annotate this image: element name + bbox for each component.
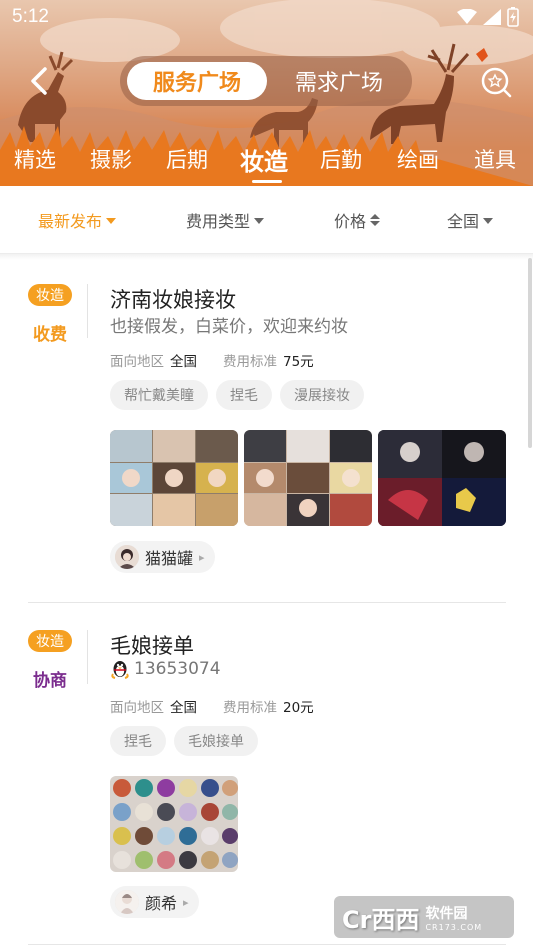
tag[interactable]: 帮忙戴美瞳 <box>110 380 208 410</box>
user-chip[interactable]: 颜希 ▸ <box>110 886 199 918</box>
tag-list: 帮忙戴美瞳 捏毛 漫展接妆 <box>110 380 364 410</box>
user-name: 颜希 <box>145 894 178 913</box>
card-title: 毛娘接单 <box>110 634 194 658</box>
dropdown-icon <box>254 218 265 224</box>
filter-bar: 最新发布 费用类型 价格 全国 <box>0 186 533 254</box>
filter-price[interactable]: 价格 <box>334 208 381 232</box>
category-badge: 妆造 <box>28 284 72 306</box>
square-switcher: 服务广场 需求广场 <box>120 56 412 106</box>
tab-logistics[interactable]: 后勤 <box>320 144 362 174</box>
battery-icon <box>507 7 519 27</box>
tab-post-production[interactable]: 后期 <box>166 144 208 174</box>
tab-demand-square[interactable]: 需求广场 <box>272 62 406 100</box>
qq-number: 13653074 <box>134 659 221 679</box>
tag[interactable]: 毛娘接单 <box>174 726 258 756</box>
photo-thumbnail[interactable] <box>110 430 238 526</box>
avatar <box>115 890 139 914</box>
dropdown-icon <box>106 218 117 224</box>
tab-service-square[interactable]: 服务广场 <box>127 62 267 100</box>
search-icon <box>481 67 512 98</box>
tab-photography[interactable]: 摄影 <box>90 144 132 174</box>
tag[interactable]: 漫展接妆 <box>280 380 364 410</box>
watermark-url: CR173.COM <box>425 922 483 932</box>
watermark-logo: Cr西西 <box>342 905 420 934</box>
card-meta: 面向地区 全国 费用标准 20元 <box>110 700 314 716</box>
back-button[interactable] <box>22 64 56 98</box>
photo-thumbnail[interactable] <box>244 430 372 526</box>
user-name: 猫猫罐 <box>145 549 194 568</box>
photo-gallery <box>110 430 506 526</box>
tag[interactable]: 捏毛 <box>110 726 166 756</box>
category-tabs: 精选 摄影 后期 妆造 后勤 绘画 道具 <box>0 140 533 186</box>
filter-fee-type[interactable]: 费用类型 <box>186 208 265 232</box>
sort-icon <box>370 214 381 226</box>
tab-makeup[interactable]: 妆造 <box>240 142 288 177</box>
tab-drawing[interactable]: 绘画 <box>397 144 439 174</box>
filter-latest[interactable]: 最新发布 <box>38 208 117 232</box>
active-tab-indicator <box>252 180 282 183</box>
wifi-icon <box>457 9 477 24</box>
tab-props[interactable]: 道具 <box>474 144 516 174</box>
chevron-right-icon: ▸ <box>183 895 189 909</box>
tag-list: 捏毛 毛娘接单 <box>110 726 258 756</box>
watermark-name: 软件园 <box>425 905 468 922</box>
chevron-right-icon: ▸ <box>199 550 205 564</box>
tag[interactable]: 捏毛 <box>216 380 272 410</box>
photo-thumbnail[interactable] <box>378 430 506 526</box>
filter-region[interactable]: 全国 <box>447 208 494 232</box>
photo-thumbnail[interactable] <box>110 776 238 872</box>
dropdown-icon <box>483 218 494 224</box>
avatar <box>115 545 139 569</box>
card-meta: 面向地区 全国 费用标准 75元 <box>110 354 314 370</box>
site-watermark: Cr西西 软件园 CR173.COM <box>334 896 514 938</box>
status-bar: 5:12 <box>0 0 533 34</box>
card-description: 也接假发，白菜价，欢迎来约妆 <box>110 317 348 337</box>
qq-contact: 13653074 <box>110 658 221 680</box>
user-chip[interactable]: 猫猫罐 ▸ <box>110 541 215 573</box>
tab-featured[interactable]: 精选 <box>14 144 56 174</box>
chevron-left-icon <box>31 67 47 95</box>
price-type-label: 协商 <box>33 671 67 691</box>
status-time: 5:12 <box>12 6 49 27</box>
scrollbar[interactable] <box>528 258 532 448</box>
qq-penguin-icon <box>111 661 129 679</box>
header: 5:12 服务广场 需求广场 精选 摄影 后期 妆造 后勤 绘画 道具 <box>0 0 533 186</box>
category-badge: 妆造 <box>28 630 72 652</box>
signal-icon <box>483 9 501 25</box>
search-button[interactable] <box>478 64 514 100</box>
price-type-label: 收费 <box>33 325 67 345</box>
card-title: 济南妆娘接妆 <box>110 288 236 312</box>
photo-gallery <box>110 776 238 872</box>
